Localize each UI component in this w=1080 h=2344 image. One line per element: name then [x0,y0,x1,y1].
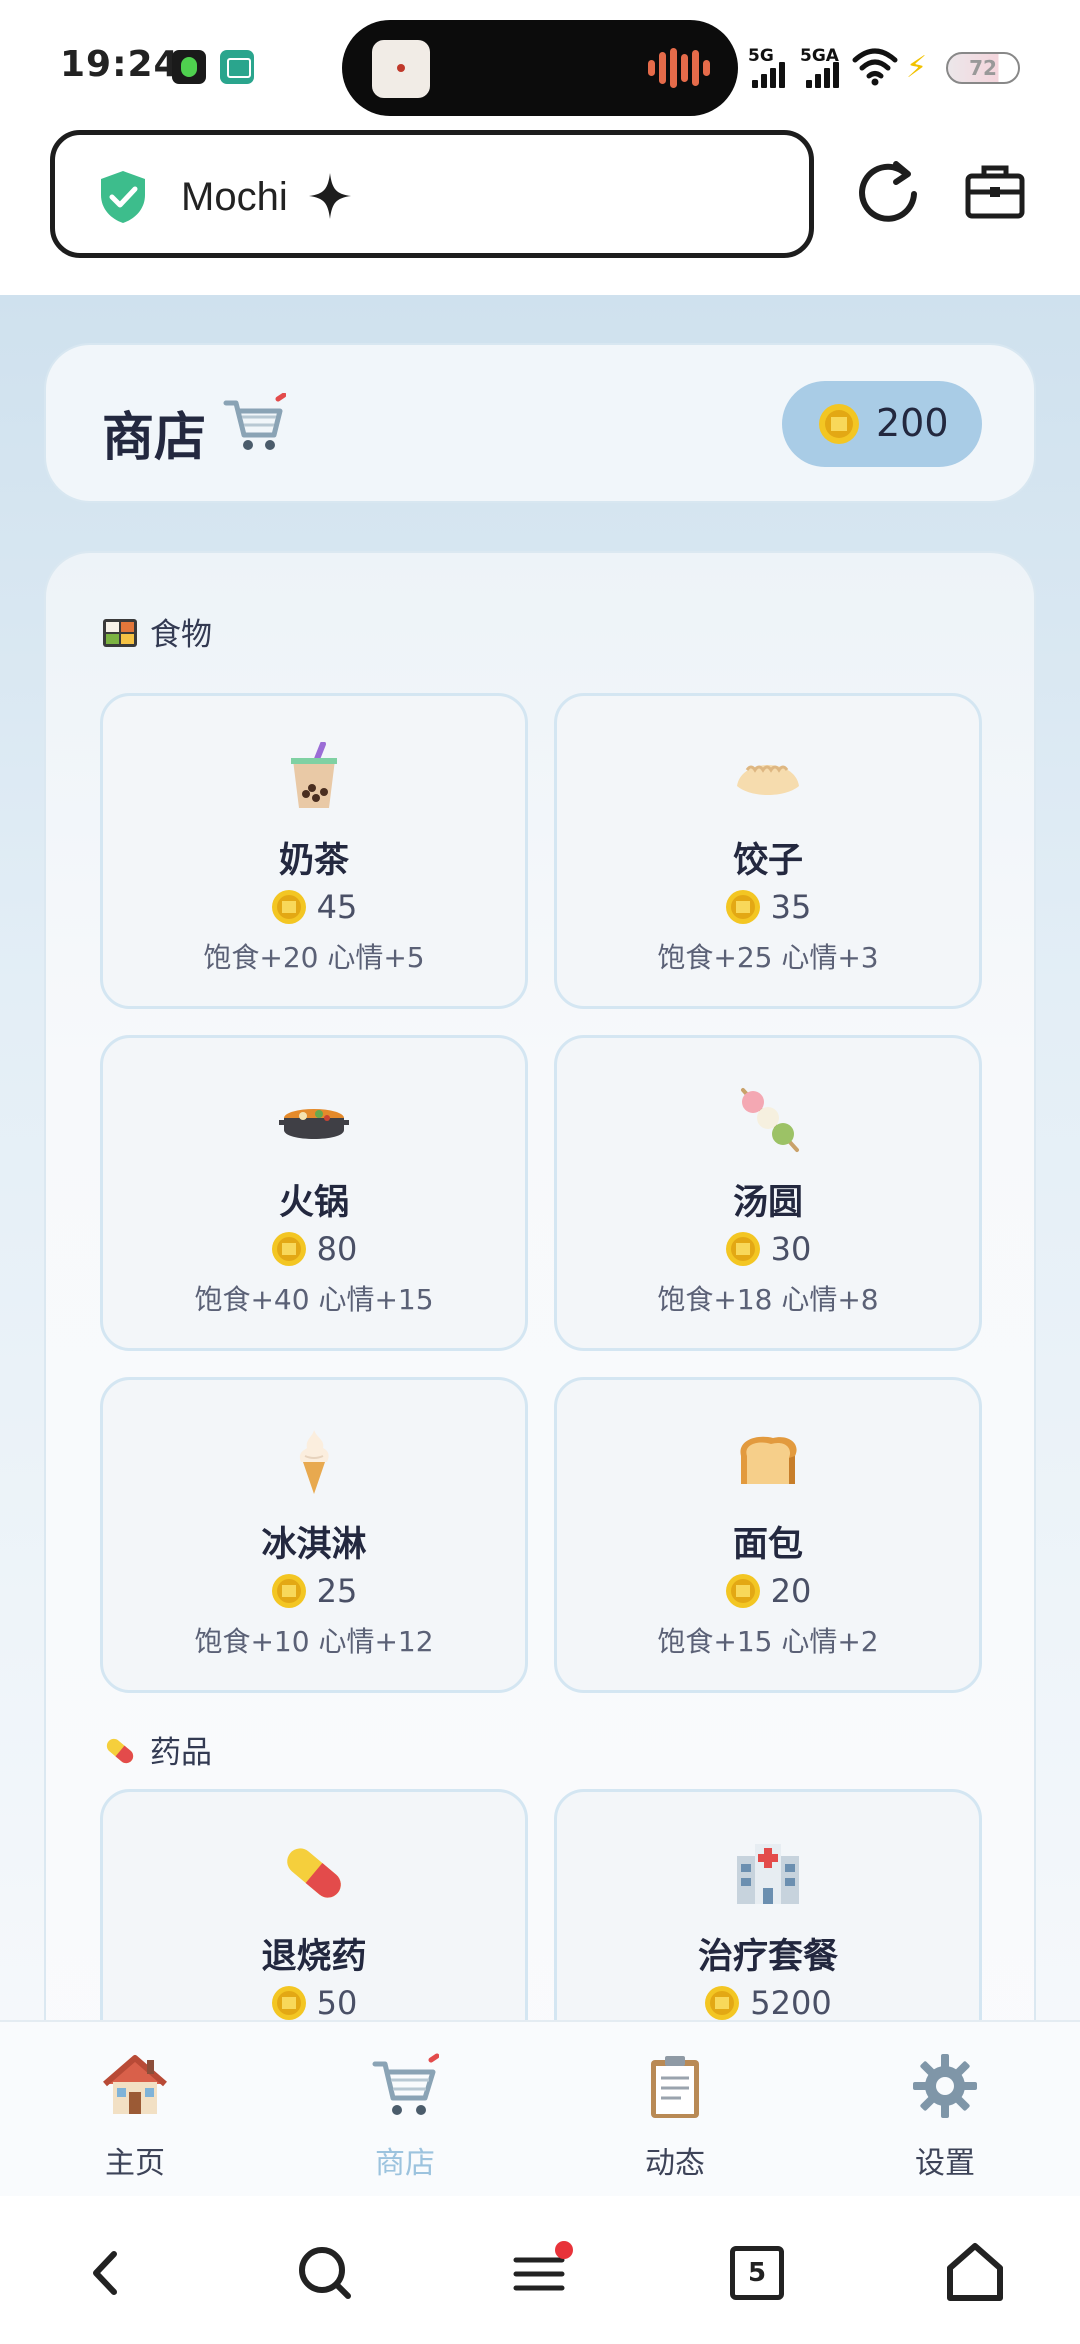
home-icon[interactable] [940,2238,1010,2308]
item-card-fever-medicine[interactable]: 退烧药 50 [100,1789,528,2020]
item-price: 45 [103,888,525,926]
tab-shop[interactable]: 商店 [270,2022,540,2198]
item-card-bread[interactable]: 面包 20 饱食+15 心情+2 [554,1377,982,1693]
item-price: 20 [557,1572,979,1610]
charging-icon: ⚡ [906,50,928,85]
house-icon [103,2055,167,2114]
item-effect: 饱食+18 心情+8 [657,1283,879,1316]
item-name: 火锅 [278,1183,349,1223]
pill-icon [287,1848,341,1898]
item-effect: 饱食+25 心情+3 [657,941,879,974]
search-icon[interactable] [290,2238,360,2308]
tabs-button[interactable]: 5 [722,2238,792,2308]
app-notification-icon [172,50,206,84]
bottom-tab-bar: 主页 商店 动态 设置 [0,2020,1080,2196]
dumpling-icon [737,765,799,795]
tab-label: 主页 [105,2146,165,2181]
coin-icon [725,1232,760,1266]
coin-icon [271,1232,306,1266]
back-icon[interactable] [72,2238,142,2308]
section-food: 食物 [102,609,212,654]
cart-icon [372,2053,439,2115]
hospital-icon [737,1844,799,1904]
shop-panel: 食物 奶茶 45 饱食+20 心情+5 饺子 35 饱食+25 心情+3 火锅 … [44,551,1036,2020]
item-effect: 饱食+15 心情+2 [657,1625,879,1658]
toolbox-icon[interactable] [964,162,1026,220]
item-effect: 饱食+40 心情+15 [194,1283,434,1316]
reload-icon[interactable] [856,158,922,224]
coin-icon [271,1986,306,2020]
shield-check-icon [101,171,145,223]
hotpot-icon [279,1109,349,1139]
coin-icon [271,890,306,924]
address-bar[interactable]: Mochi [50,130,814,258]
item-card-ice-cream[interactable]: 冰淇淋 25 饱食+10 心情+12 [100,1377,528,1693]
item-card-tangyuan[interactable]: 汤圆 30 饱食+18 心情+8 [554,1035,982,1351]
coin-balance: 200 [782,381,982,467]
item-price: 5200 [557,1984,979,2020]
wifi-icon [852,48,898,86]
item-name: 退烧药 [261,1937,367,1977]
coin-icon [819,404,859,444]
battery-indicator: 72 [946,52,1020,84]
item-card-treatment-package[interactable]: 治疗套餐 5200 [554,1789,982,2020]
shop-header: 商店 200 [44,343,1036,503]
browser-toolbar: Mochi [0,120,1080,295]
audio-wave-icon [648,48,718,88]
item-name: 面包 [732,1525,803,1565]
shop-page: 商店 200 食物 奶茶 45 饱食+20 心情+5 饺子 35 饱食+25 心… [0,295,1080,2020]
bread-icon [740,1436,797,1484]
item-name: 汤圆 [732,1183,803,1223]
terminal-notification-icon [220,50,254,84]
tab-settings[interactable]: 设置 [810,2022,1080,2198]
tab-home[interactable]: 主页 [0,2022,270,2198]
coin-count: 200 [876,401,949,445]
tab-label: 设置 [915,2146,975,2181]
coin-icon [705,1986,740,2020]
section-medicine: 药品 [102,1727,212,1772]
item-name: 饺子 [732,841,803,881]
item-price: 30 [557,1230,979,1268]
item-card-hotpot[interactable]: 火锅 80 饱食+40 心情+15 [100,1035,528,1351]
screen: { "status_bar": { "time": "19:24", "sign… [0,0,1080,2344]
item-card-milk-tea[interactable]: 奶茶 45 饱食+20 心情+5 [100,693,528,1009]
item-effect: 饱食+20 心情+5 [203,941,425,974]
item-name: 治疗套餐 [697,1937,838,1977]
ice-cream-icon [299,1430,329,1494]
gear-icon [913,2054,977,2118]
coin-icon [725,1574,760,1608]
bento-icon [103,619,137,647]
dango-icon [741,1088,799,1152]
signal-bars-icon [752,60,792,88]
status-bar: 19:24 5G 5GA ⚡ 72 [0,0,1080,120]
item-price: 25 [103,1572,525,1610]
item-name: 奶茶 [278,841,349,881]
tab-label: 商店 [375,2146,435,2181]
pill-icon [106,1738,134,1764]
page-title: 商店 [102,408,207,468]
sparkle-icon[interactable] [307,171,353,221]
coin-icon [725,890,760,924]
item-price: 35 [557,888,979,926]
menu-icon[interactable] [506,2238,576,2308]
tab-label: 动态 [645,2146,705,2181]
item-effect: 饱食+10 心情+12 [194,1625,434,1658]
clock: 19:24 [60,44,180,85]
item-price: 50 [103,1984,525,2020]
coin-icon [271,1574,306,1608]
item-name: 冰淇淋 [261,1525,367,1565]
signal-bars-icon [806,60,846,88]
browser-nav-bar: 5 [0,2196,1080,2344]
bubble-tea-icon [291,742,337,808]
item-card-dumpling[interactable]: 饺子 35 饱食+25 心情+3 [554,693,982,1009]
clipboard-icon [651,2056,699,2118]
tab-count: 5 [730,2246,784,2300]
item-price: 80 [103,1230,525,1268]
cart-icon [223,393,286,450]
dynamic-island[interactable] [342,20,738,116]
tab-activity[interactable]: 动态 [540,2022,810,2198]
media-thumbnail [372,40,430,98]
url-text: Mochi [181,175,288,219]
